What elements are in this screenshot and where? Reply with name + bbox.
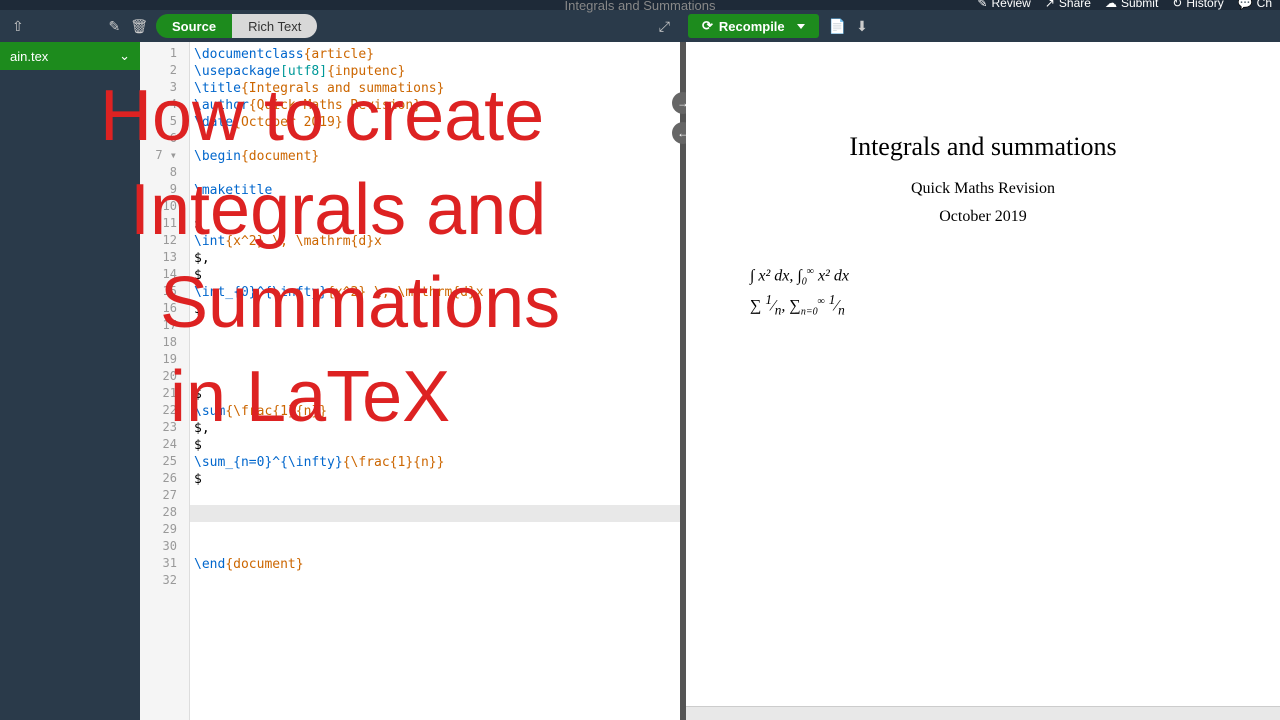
code-line[interactable]: $,	[190, 250, 680, 267]
line-number: 17	[140, 318, 189, 335]
code-line[interactable]: \int_{0}^{\infty}{x^2} \, \mathrm{d}x	[190, 284, 680, 301]
doc-title: Integrals and summations	[726, 132, 1240, 162]
line-number: 5	[140, 114, 189, 131]
line-number: 15	[140, 284, 189, 301]
line-number: 1	[140, 46, 189, 63]
tab-source[interactable]: Source	[156, 14, 232, 38]
line-number: 19	[140, 352, 189, 369]
code-line[interactable]: \sum{\frac{1}{n}}	[190, 403, 680, 420]
recompile-button[interactable]: ⟳ Recompile	[688, 14, 819, 38]
code-line[interactable]: \end{document}	[190, 556, 680, 573]
code-line[interactable]	[190, 318, 680, 335]
line-number: 20	[140, 369, 189, 386]
code-line[interactable]: \documentclass{article}	[190, 46, 680, 63]
expand-icon[interactable]: ⤢	[659, 18, 670, 35]
line-number: 11	[140, 216, 189, 233]
project-title: Integrals and Summations	[564, 0, 715, 13]
line-number: 23	[140, 420, 189, 437]
line-number: 9	[140, 182, 189, 199]
code-line[interactable]	[190, 199, 680, 216]
code-line[interactable]: \usepackage[utf8]{inputenc}	[190, 63, 680, 80]
code-line[interactable]: $	[190, 386, 680, 403]
code-line[interactable]	[190, 539, 680, 556]
code-line[interactable]	[190, 165, 680, 182]
line-number: 21	[140, 386, 189, 403]
code-line[interactable]	[190, 335, 680, 352]
download-icon[interactable]: ⬇	[856, 18, 868, 35]
code-line[interactable]	[190, 573, 680, 590]
code-line[interactable]: \sum_{n=0}^{\infty}{\frac{1}{n}}	[190, 454, 680, 471]
doc-date: October 2019	[726, 208, 1240, 226]
code-line[interactable]: \int{x^2} \, \mathrm{d}x	[190, 233, 680, 250]
line-number: 22	[140, 403, 189, 420]
code-line[interactable]	[190, 505, 680, 522]
code-line[interactable]: $	[190, 471, 680, 488]
line-number: 16	[140, 301, 189, 318]
line-number: 6	[140, 131, 189, 148]
line-number: 10	[140, 199, 189, 216]
line-number: 32	[140, 573, 189, 590]
upload-icon[interactable]: ⇧	[12, 18, 24, 35]
line-number: 7 ▾	[140, 148, 189, 165]
code-line[interactable]: \date{October 2019}	[190, 114, 680, 131]
line-number: 18	[140, 335, 189, 352]
code-line[interactable]: $	[190, 437, 680, 454]
line-number: 4	[140, 97, 189, 114]
chat-button[interactable]: 💬 Ch	[1238, 0, 1272, 10]
refresh-icon: ⟳	[702, 18, 713, 34]
line-number: 2	[140, 63, 189, 80]
line-number: 12	[140, 233, 189, 250]
line-number: 29	[140, 522, 189, 539]
line-number: 3	[140, 80, 189, 97]
line-number: 8	[140, 165, 189, 182]
line-number: 28	[140, 505, 189, 522]
code-editor[interactable]: 1234567 ▾8910111213141516171819202122232…	[140, 42, 680, 720]
line-number: 24	[140, 437, 189, 454]
doc-author: Quick Maths Revision	[726, 180, 1240, 198]
line-number: 31	[140, 556, 189, 573]
code-line[interactable]	[190, 369, 680, 386]
math-line-1: ∫ x² dx, ∫0∞ x² dx	[750, 266, 1240, 288]
code-line[interactable]: $	[190, 267, 680, 284]
submit-button[interactable]: ☁ Submit	[1105, 0, 1158, 10]
pdf-preview: Integrals and summations Quick Maths Rev…	[686, 42, 1280, 720]
line-number: 25	[140, 454, 189, 471]
code-line[interactable]	[190, 352, 680, 369]
code-line[interactable]	[190, 131, 680, 148]
file-main-tex[interactable]: ain.tex ⌄	[0, 42, 140, 70]
logs-icon[interactable]: 📄	[829, 18, 846, 35]
chevron-down-icon[interactable]	[797, 24, 805, 29]
preview-scrollbar[interactable]	[686, 706, 1280, 720]
code-line[interactable]: $	[190, 301, 680, 318]
delete-icon[interactable]: 🗑	[130, 18, 148, 35]
tab-richtext[interactable]: Rich Text	[232, 14, 317, 38]
line-number: 26	[140, 471, 189, 488]
code-line[interactable]: \begin{document}	[190, 148, 680, 165]
file-tree: ain.tex ⌄	[0, 42, 140, 720]
line-number: 30	[140, 539, 189, 556]
history-button[interactable]: ↻ History	[1172, 0, 1223, 10]
chevron-down-icon[interactable]: ⌄	[119, 48, 130, 64]
line-number: 14	[140, 267, 189, 284]
code-line[interactable]: $,	[190, 420, 680, 437]
share-button[interactable]: ↗ Share	[1045, 0, 1091, 10]
code-line[interactable]	[190, 488, 680, 505]
code-line[interactable]: \author{Quick Maths Revision}	[190, 97, 680, 114]
line-number: 13	[140, 250, 189, 267]
editor-mode-tabs: Source Rich Text	[156, 14, 317, 38]
code-line[interactable]: $	[190, 216, 680, 233]
code-line[interactable]: \title{Integrals and summations}	[190, 80, 680, 97]
review-button[interactable]: ✎ Review	[977, 0, 1030, 10]
code-line[interactable]: \maketitle	[190, 182, 680, 199]
code-line[interactable]	[190, 522, 680, 539]
math-line-2: ∑ 1⁄n, ∑n=0∞ 1⁄n	[750, 292, 1240, 319]
edit-icon[interactable]: ✎	[108, 18, 120, 35]
line-number: 27	[140, 488, 189, 505]
